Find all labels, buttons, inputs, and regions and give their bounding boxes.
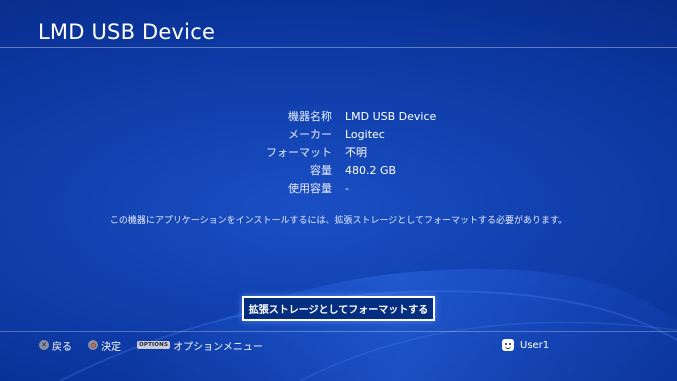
- install-requirement-message: この機器にアプリケーションをインストールするには、拡張ストレージとしてフォーマッ…: [109, 216, 568, 226]
- info-label: 容量: [310, 164, 332, 177]
- confirm-label: 決定: [101, 341, 121, 353]
- info-value: -: [345, 182, 349, 195]
- info-value: LMD USB Device: [345, 110, 437, 123]
- user-indicator[interactable]: User1: [502, 336, 549, 354]
- info-value: 不明: [345, 146, 367, 159]
- options-hint[interactable]: OPTIONS オプションメニュー: [137, 336, 263, 354]
- info-row-capacity: 容量 480.2 GB: [0, 162, 677, 180]
- info-row-device-name: 機器名称 LMD USB Device: [0, 108, 677, 126]
- info-row-manufacturer: メーカー Logitec: [0, 126, 677, 144]
- options-label: オプションメニュー: [173, 341, 263, 353]
- info-row-used-capacity: 使用容量 -: [0, 180, 677, 198]
- title-divider: [0, 47, 677, 48]
- user-name: User1: [520, 339, 550, 351]
- options-button-icon: OPTIONS: [137, 341, 171, 349]
- info-label: フォーマット: [266, 146, 332, 159]
- footer-bar: ✕ 戻る 決定 OPTIONS オプションメニュー User1: [0, 336, 677, 354]
- confirm-hint[interactable]: 決定: [88, 336, 121, 354]
- info-label: メーカー: [288, 128, 332, 141]
- back-label: 戻る: [52, 341, 72, 353]
- footer-divider: [0, 331, 677, 332]
- info-value: Logitec: [345, 128, 385, 141]
- user-avatar-icon: [502, 339, 514, 351]
- info-label: 機器名称: [288, 110, 332, 123]
- back-hint[interactable]: ✕ 戻る: [39, 336, 72, 354]
- info-value: 480.2 GB: [345, 164, 397, 177]
- circle-button-icon: [88, 340, 98, 350]
- format-as-extended-storage-button[interactable]: 拡張ストレージとしてフォーマットする: [242, 296, 435, 321]
- cross-button-icon: ✕: [39, 340, 49, 350]
- format-button-label: 拡張ストレージとしてフォーマットする: [248, 305, 429, 316]
- info-label: 使用容量: [288, 182, 332, 195]
- page-title: LMD USB Device: [38, 20, 216, 44]
- info-row-format: フォーマット 不明: [0, 144, 677, 162]
